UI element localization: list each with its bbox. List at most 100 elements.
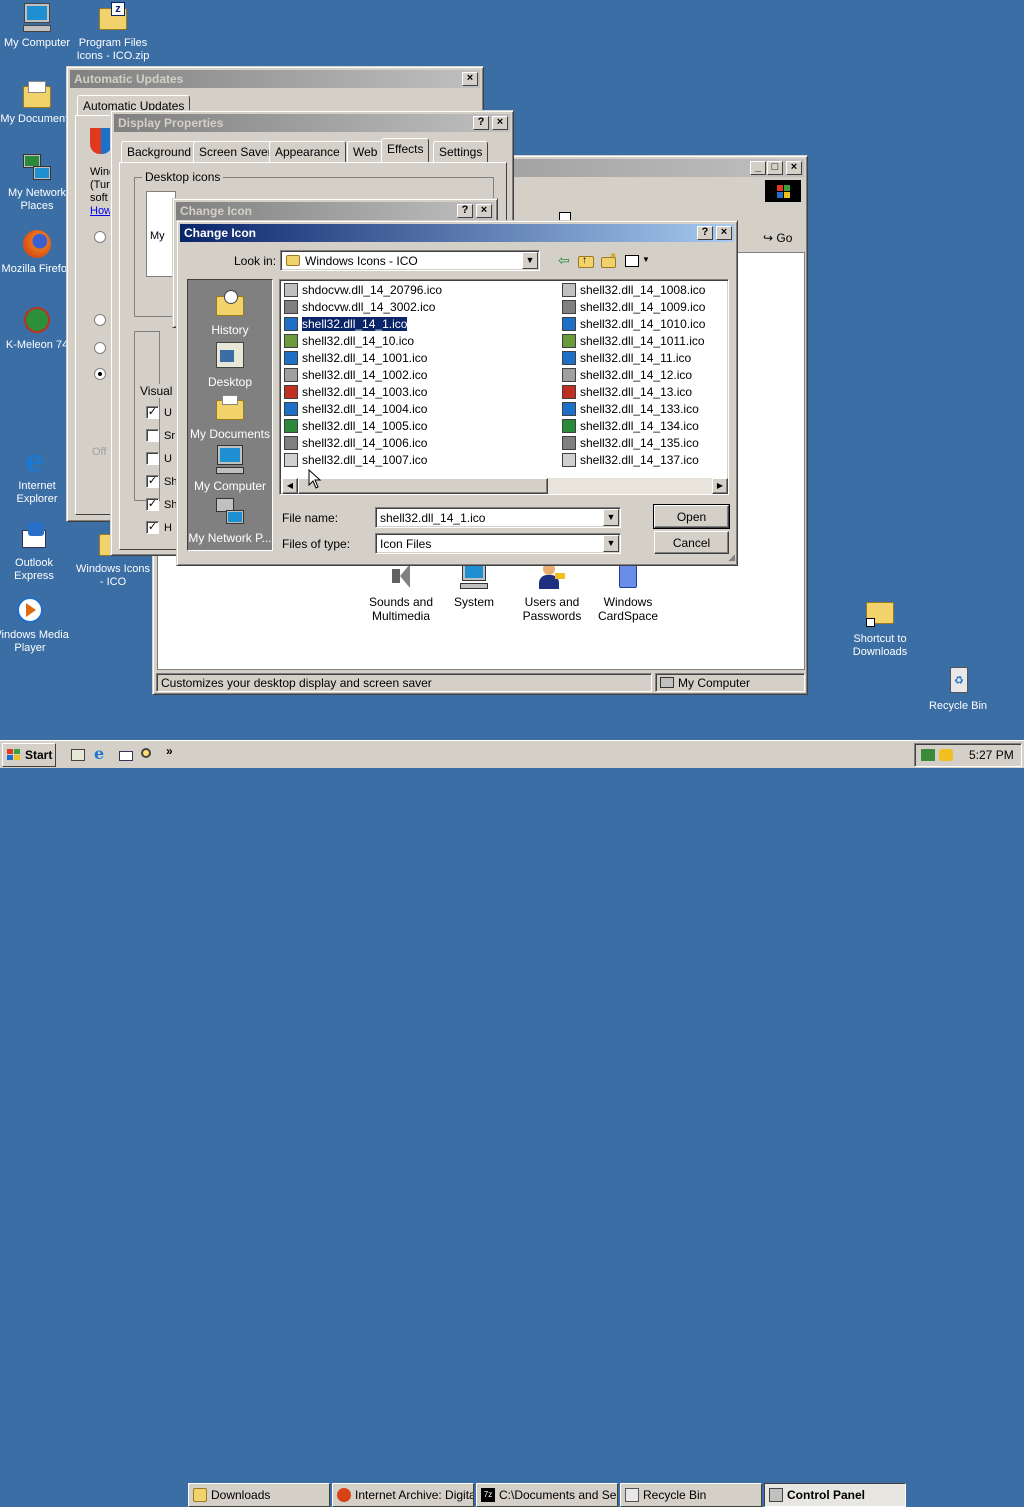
cancel-button[interactable]: Cancel bbox=[654, 531, 729, 554]
task-documents[interactable]: 7z C:\Documents and Se... bbox=[476, 1483, 618, 1507]
chevron-down-icon[interactable]: ▼ bbox=[522, 252, 538, 269]
display-properties-titlebar[interactable]: Display Properties ? × bbox=[114, 114, 510, 132]
help-button[interactable]: ? bbox=[457, 204, 473, 218]
close-button[interactable]: × bbox=[716, 226, 732, 240]
tab-appearance[interactable]: Appearance bbox=[269, 141, 346, 162]
file-item[interactable]: shell32.dll_14_1006.ico bbox=[284, 435, 427, 451]
network-tray-icon[interactable] bbox=[921, 749, 935, 761]
radio-option[interactable] bbox=[94, 342, 106, 354]
look-in-dropdown[interactable]: Windows Icons - ICO ▼ bbox=[280, 250, 540, 271]
file-item[interactable]: shell32.dll_14_1004.ico bbox=[284, 401, 427, 417]
close-button[interactable]: × bbox=[492, 116, 508, 130]
open-button[interactable]: Open bbox=[653, 504, 730, 529]
resize-grip[interactable]: ◢ bbox=[728, 552, 735, 563]
checkbox[interactable] bbox=[146, 429, 159, 442]
automatic-updates-titlebar[interactable]: Automatic Updates × bbox=[70, 70, 480, 88]
file-item[interactable]: shell32.dll_14_1005.ico bbox=[284, 418, 427, 434]
change-icon-titlebar[interactable]: Change Icon ? × bbox=[180, 224, 734, 242]
file-item[interactable]: shell32.dll_14_1003.ico bbox=[284, 384, 427, 400]
back-arrow-icon[interactable]: ⇦ bbox=[555, 252, 573, 270]
chevron-down-icon[interactable]: ▼ bbox=[603, 535, 619, 552]
file-item[interactable]: shell32.dll_14_12.ico bbox=[562, 367, 692, 383]
tab-web[interactable]: Web bbox=[347, 141, 384, 162]
view-menu-icon[interactable]: ▼ bbox=[624, 253, 650, 269]
maximize-button[interactable]: □ bbox=[767, 161, 783, 175]
change-icon-dialog[interactable]: Change Icon ? × Look in: Windows Icons -… bbox=[176, 220, 738, 566]
file-item[interactable]: shell32.dll_14_13.ico bbox=[562, 384, 692, 400]
file-item[interactable]: shdocvw.dll_14_20796.ico bbox=[284, 282, 442, 298]
places-my-computer[interactable]: My Computer bbox=[188, 444, 272, 493]
scroll-thumb[interactable] bbox=[298, 478, 548, 494]
radio-option[interactable] bbox=[94, 231, 106, 243]
internet-explorer-icon[interactable]: e bbox=[94, 744, 104, 763]
file-item[interactable]: shdocvw.dll_14_3002.ico bbox=[284, 299, 435, 315]
search-icon[interactable] bbox=[140, 747, 156, 763]
up-folder-icon[interactable]: ↑ bbox=[577, 253, 595, 269]
file-list[interactable]: shdocvw.dll_14_20796.ico shdocvw.dll_14_3… bbox=[279, 279, 729, 495]
file-item[interactable]: shell32.dll_14_1001.ico bbox=[284, 350, 427, 366]
file-name-input[interactable]: shell32.dll_14_1.ico ▼ bbox=[375, 507, 621, 528]
places-history[interactable]: History bbox=[188, 288, 272, 337]
file-item[interactable]: shell32.dll_14_1007.ico bbox=[284, 452, 427, 468]
places-my-documents[interactable]: My Documents bbox=[188, 392, 272, 441]
outlook-express-icon[interactable] bbox=[118, 747, 134, 763]
help-button[interactable]: ? bbox=[473, 116, 489, 130]
tab-settings[interactable]: Settings bbox=[433, 141, 489, 162]
scroll-right-button[interactable]: ▶ bbox=[712, 478, 728, 494]
checkbox[interactable] bbox=[146, 452, 159, 465]
file-item[interactable]: shell32.dll_14_10.ico bbox=[284, 333, 414, 349]
places-desktop[interactable]: Desktop bbox=[188, 340, 272, 389]
close-button[interactable]: × bbox=[786, 161, 802, 175]
tab-screen-saver[interactable]: Screen Saver bbox=[193, 141, 278, 162]
task-internet-archive[interactable]: Internet Archive: Digita... bbox=[332, 1483, 474, 1507]
security-tray-icon[interactable] bbox=[939, 749, 953, 761]
desktop-icon-my-computer[interactable]: My Computer bbox=[0, 2, 77, 50]
files-of-type-dropdown[interactable]: Icon Files ▼ bbox=[375, 533, 621, 554]
cp-item-sounds[interactable]: Sounds and Multimedia bbox=[354, 561, 448, 623]
file-item[interactable]: shell32.dll_14_1011.ico bbox=[562, 333, 705, 349]
places-network[interactable]: My Network P... bbox=[188, 496, 272, 545]
file-item[interactable]: shell32.dll_14_1002.ico bbox=[284, 367, 427, 383]
tab-effects[interactable]: Effects bbox=[381, 138, 430, 162]
minimize-button[interactable]: _ bbox=[750, 161, 766, 175]
task-downloads[interactable]: Downloads bbox=[188, 1483, 330, 1507]
radio-option[interactable] bbox=[94, 314, 106, 326]
checkbox-checked[interactable]: ✓ bbox=[146, 498, 159, 511]
file-item[interactable]: shell32.dll_14_133.ico bbox=[562, 401, 699, 417]
new-folder-icon[interactable]: ✶ bbox=[600, 251, 618, 269]
tab-background[interactable]: Background bbox=[121, 141, 198, 162]
file-item-selected[interactable]: shell32.dll_14_1.ico bbox=[284, 316, 409, 332]
desktop-icon-program-files-zip[interactable]: z Program Files Icons - ICO.zip bbox=[73, 2, 153, 63]
file-item[interactable]: shell32.dll_14_11.ico bbox=[562, 350, 691, 366]
file-item[interactable]: shell32.dll_14_135.ico bbox=[562, 435, 699, 451]
desktop-icon-shortcut-downloads[interactable]: ↗ Shortcut to Downloads bbox=[840, 598, 920, 659]
cp-item-users[interactable]: Users and Passwords bbox=[512, 561, 592, 623]
cp-item-cardspace[interactable]: Windows CardSpace bbox=[588, 561, 668, 623]
change-icon-bg-titlebar[interactable]: Change Icon ? × bbox=[176, 202, 494, 220]
desktop-icon-recycle-bin[interactable]: ♻ Recycle Bin bbox=[918, 665, 998, 713]
radio-option-selected[interactable] bbox=[94, 368, 106, 380]
checkbox-checked[interactable]: ✓ bbox=[146, 475, 159, 488]
start-button[interactable]: Start bbox=[2, 743, 56, 767]
task-control-panel[interactable]: Control Panel bbox=[764, 1483, 906, 1507]
go-button[interactable]: ↪ Go bbox=[759, 228, 803, 248]
chevron-right-icon[interactable]: » bbox=[166, 744, 173, 758]
file-item[interactable]: shell32.dll_14_1010.ico bbox=[562, 316, 705, 332]
scroll-left-button[interactable]: ◀ bbox=[282, 478, 298, 494]
clock[interactable]: 5:27 PM bbox=[969, 748, 1014, 762]
file-item[interactable]: shell32.dll_14_134.ico bbox=[562, 418, 699, 434]
task-recycle-bin[interactable]: Recycle Bin bbox=[620, 1483, 762, 1507]
close-button[interactable]: × bbox=[476, 204, 492, 218]
file-item[interactable]: shell32.dll_14_1008.ico bbox=[562, 282, 705, 298]
checkbox-checked[interactable]: ✓ bbox=[146, 406, 159, 419]
chevron-down-icon[interactable]: ▼ bbox=[603, 509, 619, 526]
cp-item-system[interactable]: System bbox=[438, 561, 510, 609]
help-button[interactable]: ? bbox=[697, 226, 713, 240]
horizontal-scrollbar[interactable]: ◀ ▶ bbox=[282, 478, 728, 494]
file-item[interactable]: shell32.dll_14_137.ico bbox=[562, 452, 699, 468]
desktop-icon-media-player[interactable]: Windows Media Player bbox=[0, 594, 70, 655]
file-item[interactable]: shell32.dll_14_1009.ico bbox=[562, 299, 705, 315]
checkbox-checked[interactable]: ✓ bbox=[146, 521, 159, 534]
close-button[interactable]: × bbox=[462, 72, 478, 86]
desktop-icon-outlook-express[interactable]: Outlook Express bbox=[0, 522, 74, 583]
